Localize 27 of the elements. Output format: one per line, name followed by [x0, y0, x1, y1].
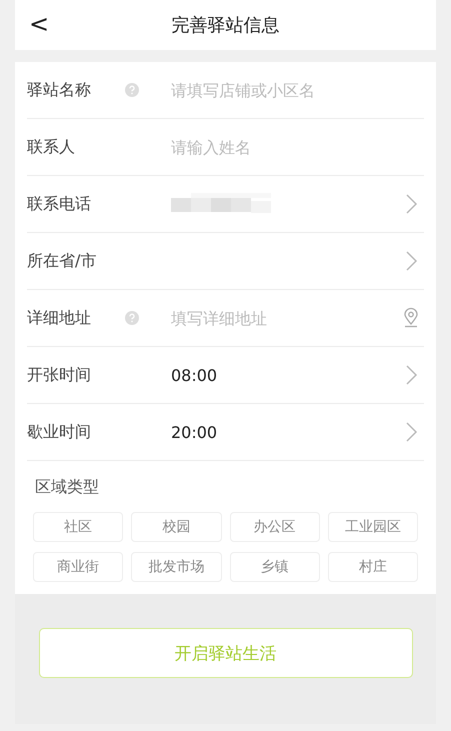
field-label: 驿站名称	[27, 80, 92, 100]
field-value[interactable]: 08:00	[171, 360, 402, 390]
area-type-option[interactable]: 工业园区	[328, 512, 418, 542]
field-label: 详细地址	[27, 308, 92, 328]
field-label: 联系电话	[27, 194, 92, 214]
submit-button[interactable]: 开启驿站生活	[38, 628, 412, 678]
area-type-option[interactable]: 批发市场	[131, 552, 222, 582]
input-field[interactable]: 请输入姓名	[171, 132, 424, 162]
back-button[interactable]: <	[25, 11, 54, 37]
field-label: 开张时间	[27, 364, 92, 386]
area-type-option[interactable]: 社区	[33, 512, 124, 542]
area-type-option[interactable]: 办公区	[230, 512, 320, 542]
location-pin-icon[interactable]	[402, 307, 420, 329]
area-type-label: 区域类型	[35, 477, 99, 498]
area-type-option[interactable]: 校园	[131, 512, 222, 542]
field-label: 联系人	[27, 136, 76, 158]
field-value[interactable]: 20:00	[171, 417, 402, 447]
help-icon[interactable]	[125, 83, 139, 97]
area-type-option[interactable]: 乡镇	[230, 552, 320, 582]
area-type-option[interactable]: 商业街	[33, 552, 124, 582]
input-field[interactable]: 请填写店铺或小区名	[171, 75, 424, 105]
field-label: 歇业时间	[27, 422, 92, 442]
field-label: 所在省/市	[27, 250, 98, 272]
page-title: 完善驿站信息	[172, 14, 280, 37]
help-icon[interactable]	[125, 311, 139, 325]
input-field[interactable]: 填写详细地址	[171, 303, 402, 333]
area-type-option[interactable]: 村庄	[328, 552, 418, 582]
